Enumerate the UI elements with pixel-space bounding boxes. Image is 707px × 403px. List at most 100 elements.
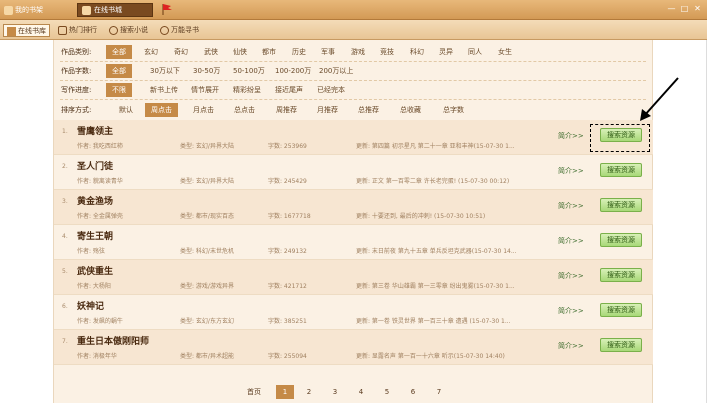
page-link[interactable]: 7 bbox=[430, 385, 448, 399]
wordcount-option[interactable]: 100-200万 bbox=[269, 64, 317, 78]
nav-universal-find[interactable]: 万能寻书 bbox=[157, 24, 202, 37]
book-row: 4. 寄生王朝 作者: 殇弦 类型: 科幻/末世危机 字数: 249132 更新… bbox=[54, 225, 653, 260]
book-author: 作者: 我吃西红柿 bbox=[77, 143, 123, 150]
wordcount-filter: 作品字数: 全部 30万以下 30-50万 50-100万 100-200万 2… bbox=[61, 64, 646, 78]
page-link[interactable]: 2 bbox=[300, 385, 318, 399]
book-update: 更新: 第四篇 初示星凡 第二十一章 亚和丰神(15-07-30 1... bbox=[356, 143, 515, 150]
page-link[interactable]: 6 bbox=[404, 385, 422, 399]
book-title[interactable]: 寄生王朝 bbox=[77, 229, 113, 242]
book-title[interactable]: 妖神记 bbox=[77, 299, 104, 312]
book-row: 1. 雪鹰领主 作者: 我吃西红柿 类型: 玄幻/异界大陆 字数: 253969… bbox=[54, 120, 653, 155]
progress-filter: 写作进度: 不限 新书上传 情节展开 精彩纷呈 接近尾声 已经完本 bbox=[61, 83, 646, 97]
progress-option[interactable]: 新书上传 bbox=[144, 83, 184, 97]
brief-link[interactable]: 简介>> bbox=[558, 166, 584, 176]
sort-option[interactable]: 总收藏 bbox=[394, 103, 427, 117]
sort-option[interactable]: 月点击 bbox=[187, 103, 220, 117]
category-option[interactable]: 同人 bbox=[462, 45, 488, 59]
nav-hot-rank[interactable]: 热门排行 bbox=[55, 24, 100, 37]
progress-option[interactable]: 精彩纷呈 bbox=[227, 83, 267, 97]
sort-option[interactable]: 月推荐 bbox=[311, 103, 344, 117]
search-resource-button[interactable]: 搜索资源 bbox=[600, 233, 642, 247]
category-option[interactable]: 奇幻 bbox=[168, 45, 194, 59]
page-link[interactable]: 3 bbox=[326, 385, 344, 399]
book-words: 字数: 249132 bbox=[268, 248, 307, 255]
book-update: 更新: 十要还到, 最后的冲刺! (15-07-30 10:51) bbox=[356, 213, 486, 220]
book-title[interactable]: 重生日本傲刚阳师 bbox=[77, 334, 149, 347]
book-type: 类型: 游戏/游戏异界 bbox=[180, 283, 234, 290]
category-option[interactable]: 玄幻 bbox=[138, 45, 164, 59]
brief-link[interactable]: 简介>> bbox=[558, 306, 584, 316]
book-title[interactable]: 圣人门徒 bbox=[77, 159, 113, 172]
category-option[interactable]: 灵异 bbox=[433, 45, 459, 59]
category-option[interactable]: 历史 bbox=[286, 45, 312, 59]
book-update: 更新: 正文 第一百零二章 许长老完蛋! (15-07-30 00:12) bbox=[356, 178, 510, 185]
page-link[interactable]: 1 bbox=[276, 385, 294, 399]
book-type: 类型: 玄幻/东方玄幻 bbox=[180, 318, 234, 325]
category-option[interactable]: 竞技 bbox=[374, 45, 400, 59]
brief-link[interactable]: 简介>> bbox=[558, 236, 584, 246]
nav-search-novel[interactable]: 搜索小说 bbox=[106, 24, 151, 37]
category-option[interactable]: 都市 bbox=[256, 45, 282, 59]
sort-option[interactable]: 周点击 bbox=[145, 103, 178, 117]
search-resource-button[interactable]: 搜索资源 bbox=[600, 198, 642, 212]
sort-option[interactable]: 默认 bbox=[113, 103, 139, 117]
book-title[interactable]: 雪鹰领主 bbox=[77, 124, 113, 137]
category-filter-label: 作品类别: bbox=[61, 48, 92, 56]
book-title[interactable]: 武侠重生 bbox=[77, 264, 113, 277]
my-shelf-tab[interactable]: 我的书架 bbox=[4, 4, 43, 16]
row-number: 1. bbox=[62, 128, 68, 135]
library-icon bbox=[7, 26, 16, 36]
row-number: 3. bbox=[62, 198, 68, 205]
progress-option[interactable]: 情节展开 bbox=[185, 83, 225, 97]
wordcount-filter-label: 作品字数: bbox=[61, 67, 92, 75]
brief-link[interactable]: 简介>> bbox=[558, 341, 584, 351]
category-option[interactable]: 女生 bbox=[492, 45, 518, 59]
category-option[interactable]: 仙侠 bbox=[227, 45, 253, 59]
sort-option[interactable]: 总点击 bbox=[228, 103, 261, 117]
category-option[interactable]: 武侠 bbox=[198, 45, 224, 59]
book-type: 类型: 玄幻/异界大陆 bbox=[180, 178, 234, 185]
brief-link[interactable]: 简介>> bbox=[558, 271, 584, 281]
sort-filter-label: 排序方式: bbox=[61, 106, 92, 114]
sort-option[interactable]: 总字数 bbox=[437, 103, 470, 117]
window-controls: — □ ✕ bbox=[664, 4, 703, 15]
category-option[interactable]: 科幻 bbox=[404, 45, 430, 59]
wordcount-option[interactable]: 30万以下 bbox=[144, 64, 186, 78]
brief-link[interactable]: 简介>> bbox=[558, 131, 584, 141]
search-resource-button[interactable]: 搜索资源 bbox=[600, 163, 642, 177]
book-title[interactable]: 黄金渔场 bbox=[77, 194, 113, 207]
minimize-icon[interactable]: — bbox=[666, 4, 677, 15]
close-icon[interactable]: ✕ bbox=[692, 4, 703, 15]
book-words: 字数: 253969 bbox=[268, 143, 307, 150]
online-store-tab[interactable]: 在线书城 bbox=[77, 3, 153, 17]
sort-option[interactable]: 周推荐 bbox=[270, 103, 303, 117]
page-link[interactable]: 5 bbox=[378, 385, 396, 399]
wordcount-option[interactable]: 200万以上 bbox=[313, 64, 359, 78]
category-option[interactable]: 军事 bbox=[315, 45, 341, 59]
pagination: 首页 1 2 3 4 5 6 7 bbox=[54, 383, 654, 401]
search-resource-button[interactable]: 搜索资源 bbox=[600, 268, 642, 282]
wordcount-option[interactable]: 50-100万 bbox=[227, 64, 271, 78]
wordcount-option[interactable]: 30-50万 bbox=[187, 64, 226, 78]
book-author: 作者: 貌离读青华 bbox=[77, 178, 123, 185]
highlight-box bbox=[590, 124, 650, 152]
category-option[interactable]: 游戏 bbox=[345, 45, 371, 59]
wordcount-option[interactable]: 全部 bbox=[106, 64, 132, 78]
store-icon bbox=[82, 6, 91, 15]
sort-option[interactable]: 总推荐 bbox=[352, 103, 385, 117]
book-type: 类型: 都市/现实百态 bbox=[180, 213, 234, 220]
search-resource-button[interactable]: 搜索资源 bbox=[600, 338, 642, 352]
book-words: 字数: 255094 bbox=[268, 353, 307, 360]
maximize-icon[interactable]: □ bbox=[679, 4, 690, 15]
progress-option[interactable]: 不限 bbox=[106, 83, 132, 97]
search-resource-button[interactable]: 搜索资源 bbox=[600, 303, 642, 317]
first-page-link[interactable]: 首页 bbox=[247, 386, 261, 399]
brief-link[interactable]: 简介>> bbox=[558, 201, 584, 211]
book-type: 类型: 科幻/末世危机 bbox=[180, 248, 234, 255]
nav-online-library[interactable]: 在线书库 bbox=[3, 24, 50, 37]
progress-option[interactable]: 已经完本 bbox=[311, 83, 351, 97]
category-option[interactable]: 全部 bbox=[106, 45, 132, 59]
page-link[interactable]: 4 bbox=[352, 385, 370, 399]
progress-option[interactable]: 接近尾声 bbox=[269, 83, 309, 97]
arrow-icon bbox=[640, 77, 679, 121]
